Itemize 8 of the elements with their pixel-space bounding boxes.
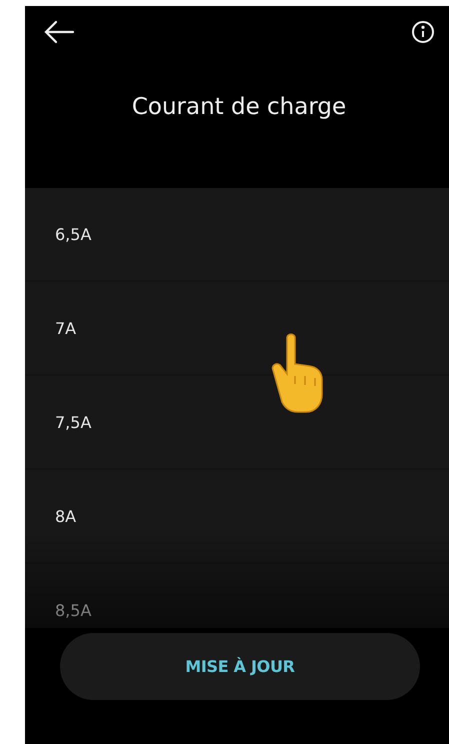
current-option[interactable]: 7,5A bbox=[55, 412, 92, 432]
update-button[interactable]: MISE À JOUR bbox=[60, 633, 420, 700]
info-icon[interactable] bbox=[409, 18, 437, 46]
page-title: Courant de charge bbox=[130, 94, 348, 120]
current-option[interactable]: 7A bbox=[55, 318, 76, 338]
current-option[interactable]: 6,5A bbox=[55, 224, 92, 244]
current-option[interactable]: 8,5A bbox=[55, 600, 92, 620]
current-option[interactable]: 8A bbox=[55, 506, 76, 526]
